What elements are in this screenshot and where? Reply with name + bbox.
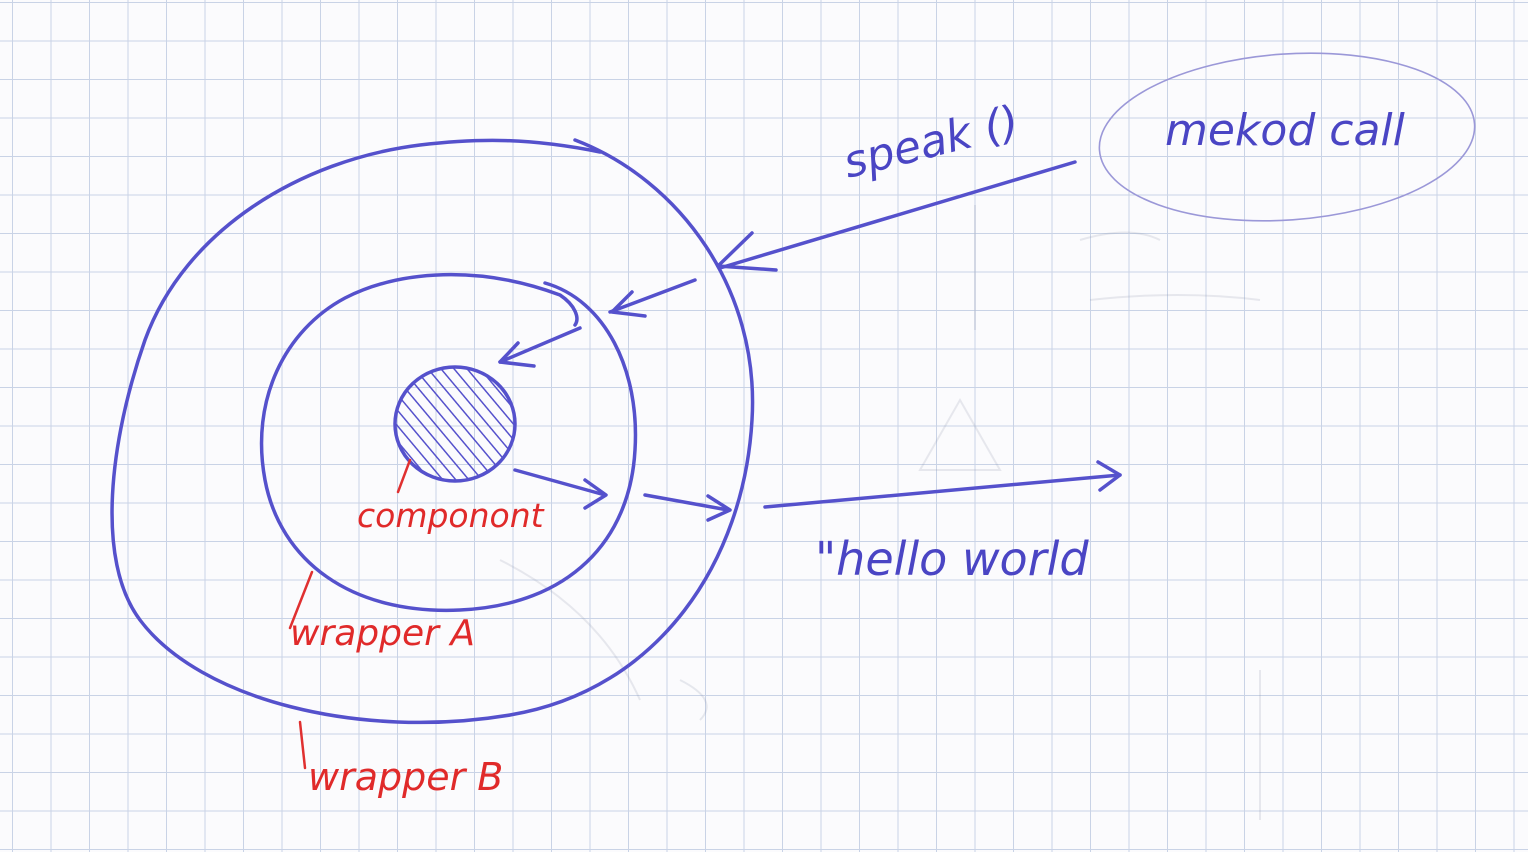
incoming-arrow-inner [498,326,582,368]
outgoing-arrow-middle [643,493,732,522]
outgoing-arrow-outer [763,460,1122,509]
component-leader-line [396,458,412,494]
hello-world-label: "hello world [815,532,1089,586]
incoming-arrow-outer [716,160,1077,272]
method-call-label: mekod call [1165,105,1406,156]
speak-label: speak () [838,96,1024,189]
wrapper-a-label: wrapper A [290,613,475,654]
diagram-canvas: mekod call speak () "hello world compono… [110,52,1476,820]
background-ghost-marks [499,205,1261,820]
component-core [393,365,517,483]
incoming-arrow-middle [608,278,697,318]
wrapper-b-leader-line [298,720,307,770]
component-label: componont [357,496,545,535]
wrapper-b-label: wrapper B [308,755,503,799]
